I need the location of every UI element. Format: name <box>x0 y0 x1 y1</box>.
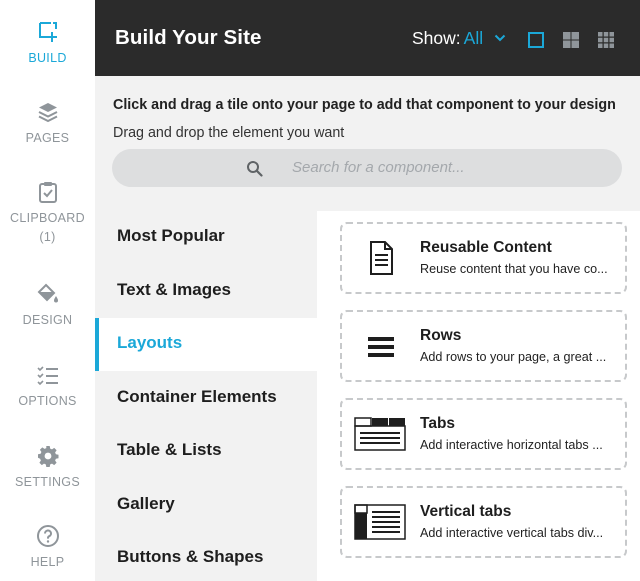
category-label: Text & Images <box>117 280 232 299</box>
rail-label: SETTINGS <box>15 475 80 489</box>
rail-label: DESIGN <box>22 313 73 327</box>
category-label: Table & Lists <box>117 440 222 459</box>
single-view-icon[interactable] <box>527 31 545 49</box>
tile-description: Reuse content that you have co... <box>420 262 608 276</box>
category-label: Container Elements <box>117 387 277 406</box>
tile-description: Add interactive horizontal tabs ... <box>420 438 603 452</box>
category-label: Most Popular <box>117 226 225 245</box>
rail-item-settings[interactable]: SETTINGS <box>0 444 95 492</box>
category-most-popular[interactable]: Most Popular <box>95 211 317 264</box>
search-placeholder: Search for a component... <box>292 159 465 176</box>
category-buttons-shapes[interactable]: Buttons & Shapes <box>95 532 317 581</box>
layers-icon <box>38 103 57 123</box>
horizontal-tabs-icon <box>354 417 406 451</box>
rail-item-pages[interactable]: PAGES <box>0 100 95 148</box>
category-container-elements[interactable]: Container Elements <box>95 372 317 425</box>
rail-item-build[interactable]: BUILD <box>0 20 95 68</box>
clipboard-icon <box>38 182 57 203</box>
paint-bucket-icon <box>37 283 58 303</box>
rail-label: CLIPBOARD <box>10 211 85 225</box>
clipboard-count: (1) <box>39 230 56 244</box>
tile-description: Add rows to your page, a great ... <box>420 350 607 364</box>
category-list: Most Popular Text & Images Layouts Conta… <box>95 211 317 581</box>
category-table-lists[interactable]: Table & Lists <box>95 425 317 478</box>
tile-vertical-tabs[interactable]: Vertical tabs Add interactive vertical t… <box>340 486 627 558</box>
panel-header: Build Your Site Show: All <box>95 0 640 76</box>
component-tiles: Reusable Content Reuse content that you … <box>317 211 640 581</box>
rail-item-clipboard[interactable]: CLIPBOARD (1) <box>0 180 95 247</box>
tile-rows[interactable]: Rows Add rows to your page, a great ... <box>340 310 627 382</box>
rail-label: PAGES <box>25 131 70 145</box>
compact-grid-view-icon[interactable] <box>597 31 615 49</box>
tile-reusable-content[interactable]: Reusable Content Reuse content that you … <box>340 222 627 294</box>
vertical-tabs-icon <box>354 504 406 540</box>
show-value: All <box>463 28 484 48</box>
gear-icon <box>37 446 58 467</box>
search-icon <box>247 161 263 177</box>
intro-title: Click and drag a tile onto your page to … <box>113 97 616 113</box>
left-rail: BUILD PAGES CLIPBOARD (1) DESIGN OPTIONS… <box>0 0 95 581</box>
tile-description: Add interactive vertical tabs div... <box>420 526 604 540</box>
show-filter-dropdown[interactable]: Show: All <box>412 28 506 49</box>
checklist-icon <box>36 366 58 386</box>
tile-title: Tabs <box>420 415 456 432</box>
category-label: Buttons & Shapes <box>117 547 264 566</box>
intro-section: Click and drag a tile onto your page to … <box>95 76 640 211</box>
search-input[interactable]: Search for a component... <box>112 149 622 187</box>
rows-icon <box>368 337 394 357</box>
category-layouts[interactable]: Layouts <box>95 318 317 371</box>
show-label: Show: <box>412 28 461 48</box>
panel-title: Build Your Site <box>115 26 262 49</box>
chevron-down-icon <box>494 34 506 42</box>
tile-title: Rows <box>420 327 462 344</box>
rail-label: HELP <box>30 555 65 569</box>
build-icon <box>38 22 57 42</box>
rail-item-help[interactable]: HELP <box>0 524 95 572</box>
rail-label: OPTIONS <box>18 394 77 408</box>
category-gallery[interactable]: Gallery <box>95 479 317 532</box>
category-label: Layouts <box>117 333 183 352</box>
tile-title: Reusable Content <box>420 239 552 256</box>
rail-item-options[interactable]: OPTIONS <box>0 363 95 411</box>
document-icon <box>370 241 393 275</box>
tile-tabs[interactable]: Tabs Add interactive horizontal tabs ... <box>340 398 627 470</box>
rail-item-design[interactable]: DESIGN <box>0 282 95 330</box>
tile-title: Vertical tabs <box>420 503 512 520</box>
category-label: Gallery <box>117 494 175 513</box>
category-text-images[interactable]: Text & Images <box>95 265 317 318</box>
rail-label: BUILD <box>28 51 67 65</box>
help-icon <box>36 525 59 547</box>
grid-view-icon[interactable] <box>562 31 580 49</box>
intro-subtitle: Drag and drop the element you want <box>113 125 345 141</box>
